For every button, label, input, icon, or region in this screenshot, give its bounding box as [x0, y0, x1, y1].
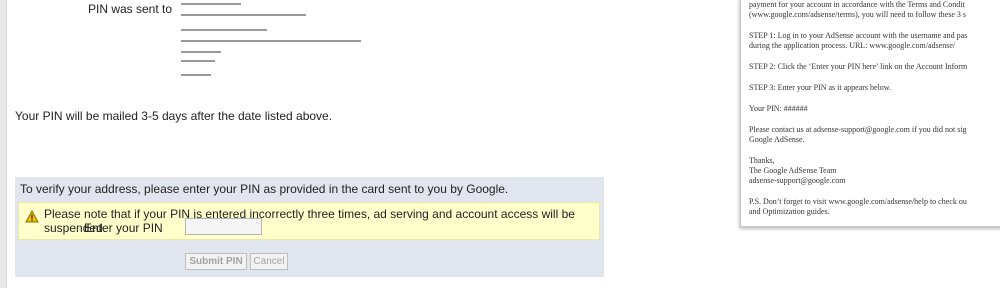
redacted-address	[181, 0, 401, 82]
letter-email: adsense-support@google.com	[749, 176, 846, 185]
pin-input[interactable]	[185, 218, 262, 235]
cancel-button[interactable]: Cancel	[250, 253, 288, 270]
letter-contact-1: Please contact us at adsense-support@goo…	[749, 125, 967, 134]
pin-sent-to-label: PIN was sent to	[88, 2, 173, 16]
letter-thanks: Thanks,	[749, 156, 775, 165]
letter-intro-1: payment for your account in accordance w…	[749, 0, 965, 9]
letter-intro-2: (www.google.com/adsense/terms), you will…	[749, 10, 966, 19]
letter-step2: STEP 2: Click the ‘Enter your PIN here’ …	[749, 62, 968, 71]
letter-contact-2: Google AdSense.	[749, 135, 805, 144]
letter-ps-1: P.S. Don’t forget to visit www.google.co…	[749, 197, 967, 206]
letter-step3: STEP 3: Enter your PIN as it appears bel…	[749, 83, 892, 92]
warning-icon	[25, 210, 39, 223]
verify-instruction: To verify your address, please enter you…	[20, 182, 509, 196]
letter-team: The Google AdSense Team	[749, 166, 837, 175]
pin-letter-image: payment for your account in accordance w…	[740, 0, 1000, 227]
letter-step1-2: during the application process. URL: www…	[749, 41, 956, 50]
pin-field-label: Enter your PIN	[84, 221, 163, 235]
letter-step1-1: STEP 1: Log in to your AdSense account w…	[749, 31, 968, 40]
submit-pin-button[interactable]: Submit PIN	[185, 253, 247, 270]
letter-ps-2: and Optimization guides.	[749, 207, 830, 216]
letter-pin-line: Your PIN: ######	[749, 104, 808, 113]
mail-note: Your PIN will be mailed 3-5 days after t…	[15, 109, 333, 123]
left-border-line	[6, 0, 7, 288]
